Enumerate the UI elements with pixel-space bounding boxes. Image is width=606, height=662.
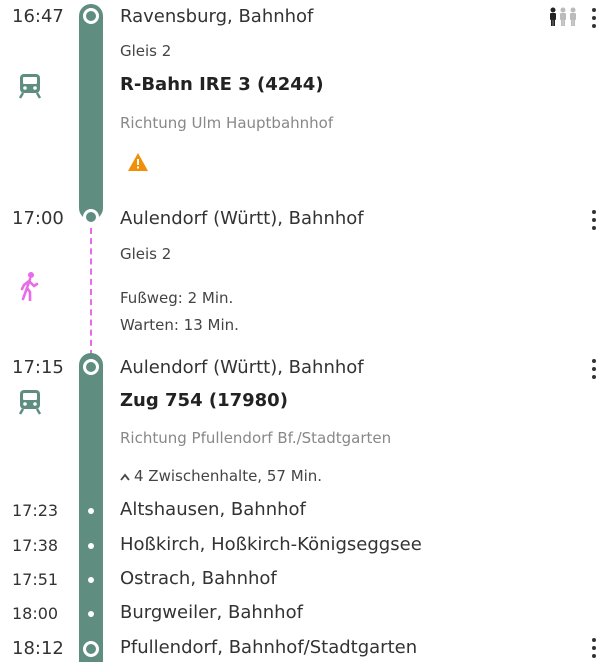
arrival-platform: Gleis 2 xyxy=(120,245,172,263)
train-icon xyxy=(18,73,42,99)
intermediate-stop[interactable]: Altshausen, Bahnhof xyxy=(120,499,306,521)
walk-path-line xyxy=(90,228,92,356)
arrival-time: 18:12 xyxy=(12,638,64,659)
occupancy-icon xyxy=(548,7,578,27)
departure-time: 17:15 xyxy=(12,357,64,378)
stop-marker xyxy=(88,508,94,514)
intermediate-stops-toggle[interactable]: 4 Zwischenhalte, 57 Min. xyxy=(120,466,322,486)
stop-marker-ravensburg xyxy=(83,8,99,24)
stop-marker-aulendorf-departure xyxy=(83,359,99,375)
departure-stop[interactable]: Aulendorf (Württ), Bahnhof xyxy=(120,357,364,379)
intermediate-stop[interactable]: Ostrach, Bahnhof xyxy=(120,568,277,590)
arrival-stop[interactable]: Pfullendorf, Bahnhof/Stadtgarten xyxy=(120,637,417,659)
departure-stop[interactable]: Ravensburg, Bahnhof xyxy=(120,6,313,28)
stop-time: 17:51 xyxy=(12,570,59,589)
stop-marker-pfullendorf xyxy=(83,641,99,657)
more-options-button[interactable] xyxy=(588,208,600,232)
more-options-button[interactable] xyxy=(588,636,600,660)
stop-time: 17:38 xyxy=(12,536,59,555)
intermediate-stops-label: 4 Zwischenhalte, 57 Min. xyxy=(134,467,323,485)
more-options-button[interactable] xyxy=(588,6,600,30)
chevron-up-icon xyxy=(120,466,130,486)
arrival-time: 17:00 xyxy=(12,208,64,229)
stop-marker-aulendorf-arrival xyxy=(83,209,99,225)
platform: Gleis 2 xyxy=(120,42,172,60)
train-name: R-Bahn IRE 3 (4244) xyxy=(120,74,324,95)
stop-marker xyxy=(88,543,94,549)
departure-time: 16:47 xyxy=(12,6,64,27)
more-options-button[interactable] xyxy=(588,357,600,381)
walking-person-icon xyxy=(18,271,40,302)
stop-marker xyxy=(88,611,94,617)
direction: Richtung Pfullendorf Bf./Stadtgarten xyxy=(120,429,392,447)
wait-duration: Warten: 13 Min. xyxy=(120,316,239,334)
intermediate-stop[interactable]: Hoßkirch, Hoßkirch-Königseggsee xyxy=(120,534,422,556)
stop-time: 18:00 xyxy=(12,604,59,623)
intermediate-stop[interactable]: Burgweiler, Bahnhof xyxy=(120,602,303,624)
walk-duration: Fußweg: 2 Min. xyxy=(120,289,234,307)
arrival-stop[interactable]: Aulendorf (Württ), Bahnhof xyxy=(120,208,364,230)
stop-time: 17:23 xyxy=(12,501,59,520)
train-icon xyxy=(18,389,42,415)
train-name: Zug 754 (17980) xyxy=(120,390,288,411)
warning-icon[interactable] xyxy=(127,152,149,172)
direction: Richtung Ulm Hauptbahnhof xyxy=(120,114,334,132)
stop-marker xyxy=(88,577,94,583)
route-line-leg-1 xyxy=(79,4,103,220)
